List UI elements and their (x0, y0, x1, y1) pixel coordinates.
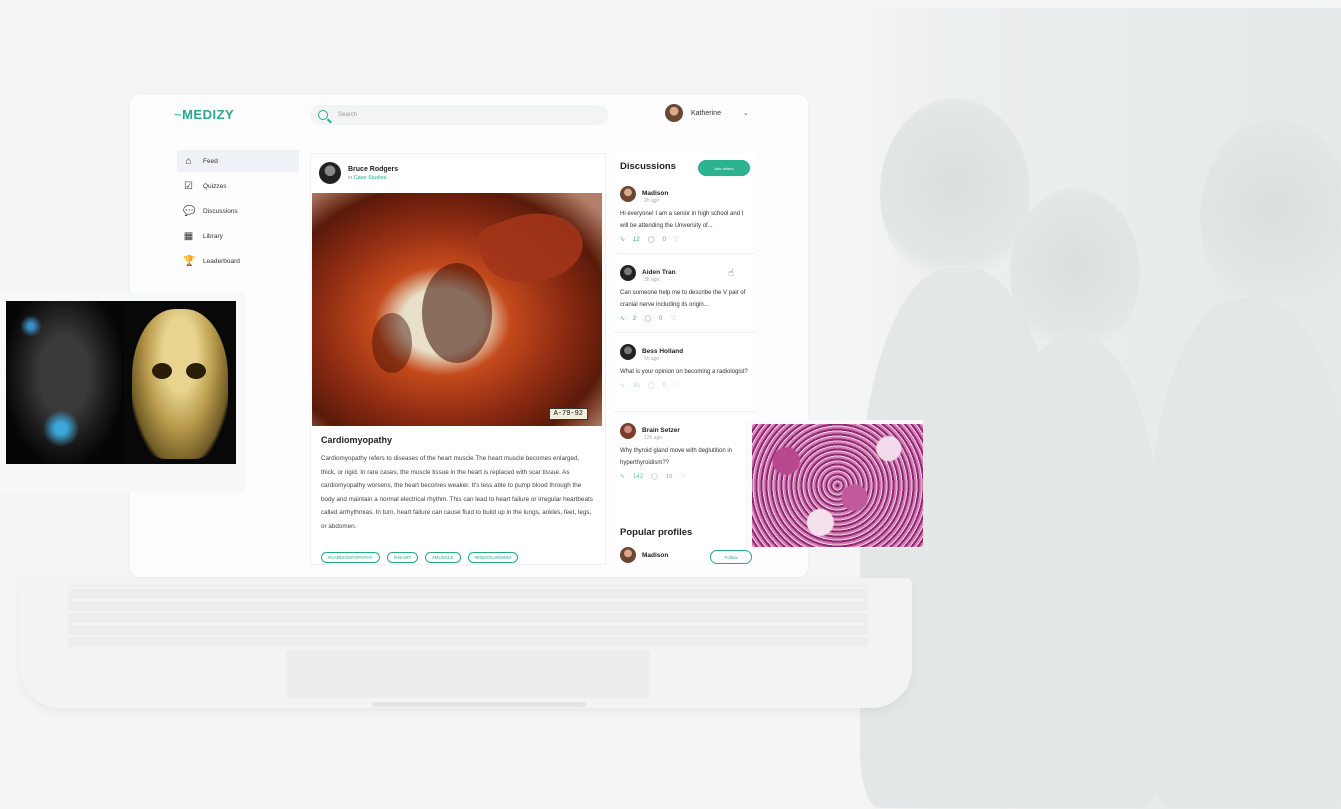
tag[interactable]: #HEART (386, 552, 419, 563)
sidebar-item-label: Library (203, 232, 223, 240)
popular-profile-item[interactable]: Madison (620, 547, 668, 563)
sidebar-item-discussions[interactable]: 💬 Discussions (177, 200, 299, 222)
comment-count: 16 (665, 473, 673, 480)
discussion-time: 3h ago (644, 277, 660, 283)
laptop-keyboard (68, 585, 868, 647)
sidebar-item-feed[interactable]: ⌂ Feed (177, 150, 299, 172)
divider (614, 332, 756, 333)
avatar (620, 264, 636, 281)
post-image-heart[interactable]: A-79-92 (312, 193, 602, 426)
avatar (620, 547, 636, 563)
pulse-icon[interactable]: ∿ (620, 473, 625, 480)
user-name: Katherine (691, 109, 721, 117)
ct-scan-image (6, 301, 236, 464)
like-count: 12 (633, 236, 640, 243)
heart-icon[interactable]: ♡ (674, 236, 679, 243)
avatar (620, 422, 636, 439)
like-count: 142 (633, 473, 644, 480)
profile-name: Madison (642, 551, 669, 559)
trophy-icon: 🏆 (183, 255, 196, 267)
avatar (665, 104, 683, 122)
chat-icon: 💬 (183, 205, 196, 217)
heart-icon[interactable]: ♡ (670, 315, 675, 322)
discussion-text: Why thyroid gland move with deglutition … (620, 448, 733, 466)
avatar[interactable] (319, 162, 341, 184)
user-menu[interactable]: Katherine ⌄ (665, 104, 749, 122)
pulse-icon[interactable]: ∿ (620, 315, 625, 322)
histology-image (752, 424, 923, 547)
post-category: in Case Studies (348, 174, 387, 181)
sidebar-item-label: Feed (203, 157, 218, 165)
hand-cursor-icon: ☝ (728, 268, 735, 279)
quiz-icon: ☑ (184, 180, 193, 192)
library-icon: ▦ (183, 230, 194, 242)
search-placeholder: Search (338, 112, 358, 118)
tag-list: #CARDIOMYOPATHY #HEART #MUSCLE #ENDOCARD… (321, 552, 519, 563)
search-icon (318, 110, 328, 120)
discussion-author: Bess Holland (642, 348, 684, 356)
sidebar: ⌂ Feed ☑ Quizzes 💬 Discussions ▦ Library… (177, 150, 299, 275)
laptop-trackpad (286, 650, 650, 698)
sidebar-item-label: Discussions (203, 207, 238, 215)
comment-count: 0 (662, 236, 666, 243)
avatar (620, 343, 636, 360)
sidebar-item-leaderboard[interactable]: 🏆 Leaderboard (177, 250, 299, 272)
post-body: Cardiomyopathy refers to diseases of the… (321, 455, 593, 530)
sidebar-item-label: Leaderboard (203, 257, 240, 265)
comment-count: 0 (662, 382, 666, 389)
specimen-label: A-79-92 (548, 408, 588, 420)
discussion-author: Brain Setzer (642, 427, 680, 435)
search-input[interactable]: Search (310, 105, 608, 125)
sidebar-item-label: Quizzes (203, 182, 227, 190)
like-count: 2 (633, 315, 637, 322)
pulse-icon[interactable]: ∿ (620, 382, 625, 389)
background-people-photo (860, 8, 1341, 809)
comment-count: 0 (659, 315, 663, 322)
discussion-time: 12h ago (644, 435, 663, 441)
heart-icon[interactable]: ♡ (680, 473, 685, 480)
pulse-icon[interactable]: ∿ (620, 236, 625, 243)
heart-icon[interactable]: ♡ (674, 382, 679, 389)
skull-3d-render (124, 301, 236, 464)
discussion-item[interactable]: Bess Holland 5h ago What is your opinion… (620, 343, 752, 389)
avatar (620, 185, 636, 202)
discussion-author: Aiden Tran (642, 269, 676, 277)
tag[interactable]: #MUSCLE (425, 552, 461, 563)
discussion-time: 5h ago (644, 356, 660, 362)
discussion-text: Can someone help me to describe the V pa… (620, 290, 746, 308)
post-header: Bruce Rodgers in Case Studies (319, 162, 398, 184)
ct-slice-image (6, 301, 122, 464)
discussion-item[interactable]: Madison 2h ago Hi everyone! I am a senio… (620, 185, 752, 243)
tag[interactable]: #CARDIOMYOPATHY (321, 552, 380, 563)
discussion-text: Hi everyone! I am a senior in high schoo… (620, 211, 744, 229)
sidebar-item-library[interactable]: ▦ Library (177, 225, 299, 247)
discussion-item[interactable]: Brain Setzer 12h ago Why thyroid gland m… (620, 422, 752, 480)
comment-icon[interactable]: ◯ (648, 382, 655, 389)
divider (614, 411, 756, 412)
like-count: 30 (633, 382, 640, 389)
discussions-title: Discussions (620, 161, 676, 172)
follow-button[interactable]: Follow (710, 550, 752, 564)
comment-icon[interactable]: ◯ (644, 315, 651, 322)
divider (614, 253, 756, 254)
app-logo[interactable]: ~MEDIZY (174, 107, 234, 122)
discussion-author: Madison (642, 190, 669, 198)
discussion-text: What is your opinion on becoming a radio… (620, 369, 748, 375)
home-icon: ⌂ (185, 155, 192, 167)
ask-others-button[interactable]: Ask others (698, 160, 750, 176)
category-link[interactable]: Case Studies (354, 175, 387, 181)
comment-icon[interactable]: ◯ (648, 236, 655, 243)
sidebar-item-quizzes[interactable]: ☑ Quizzes (177, 175, 299, 197)
popular-profiles-title: Popular profiles (620, 527, 693, 538)
post-author[interactable]: Bruce Rodgers (348, 166, 398, 173)
discussion-time: 2h ago (644, 198, 660, 204)
comment-icon[interactable]: ◯ (651, 473, 658, 480)
laptop-hinge (372, 702, 586, 707)
tag[interactable]: #ENDOCARDIUM (467, 552, 519, 563)
post-title[interactable]: Cardiomyopathy (321, 435, 392, 445)
chevron-down-icon: ⌄ (742, 110, 749, 117)
